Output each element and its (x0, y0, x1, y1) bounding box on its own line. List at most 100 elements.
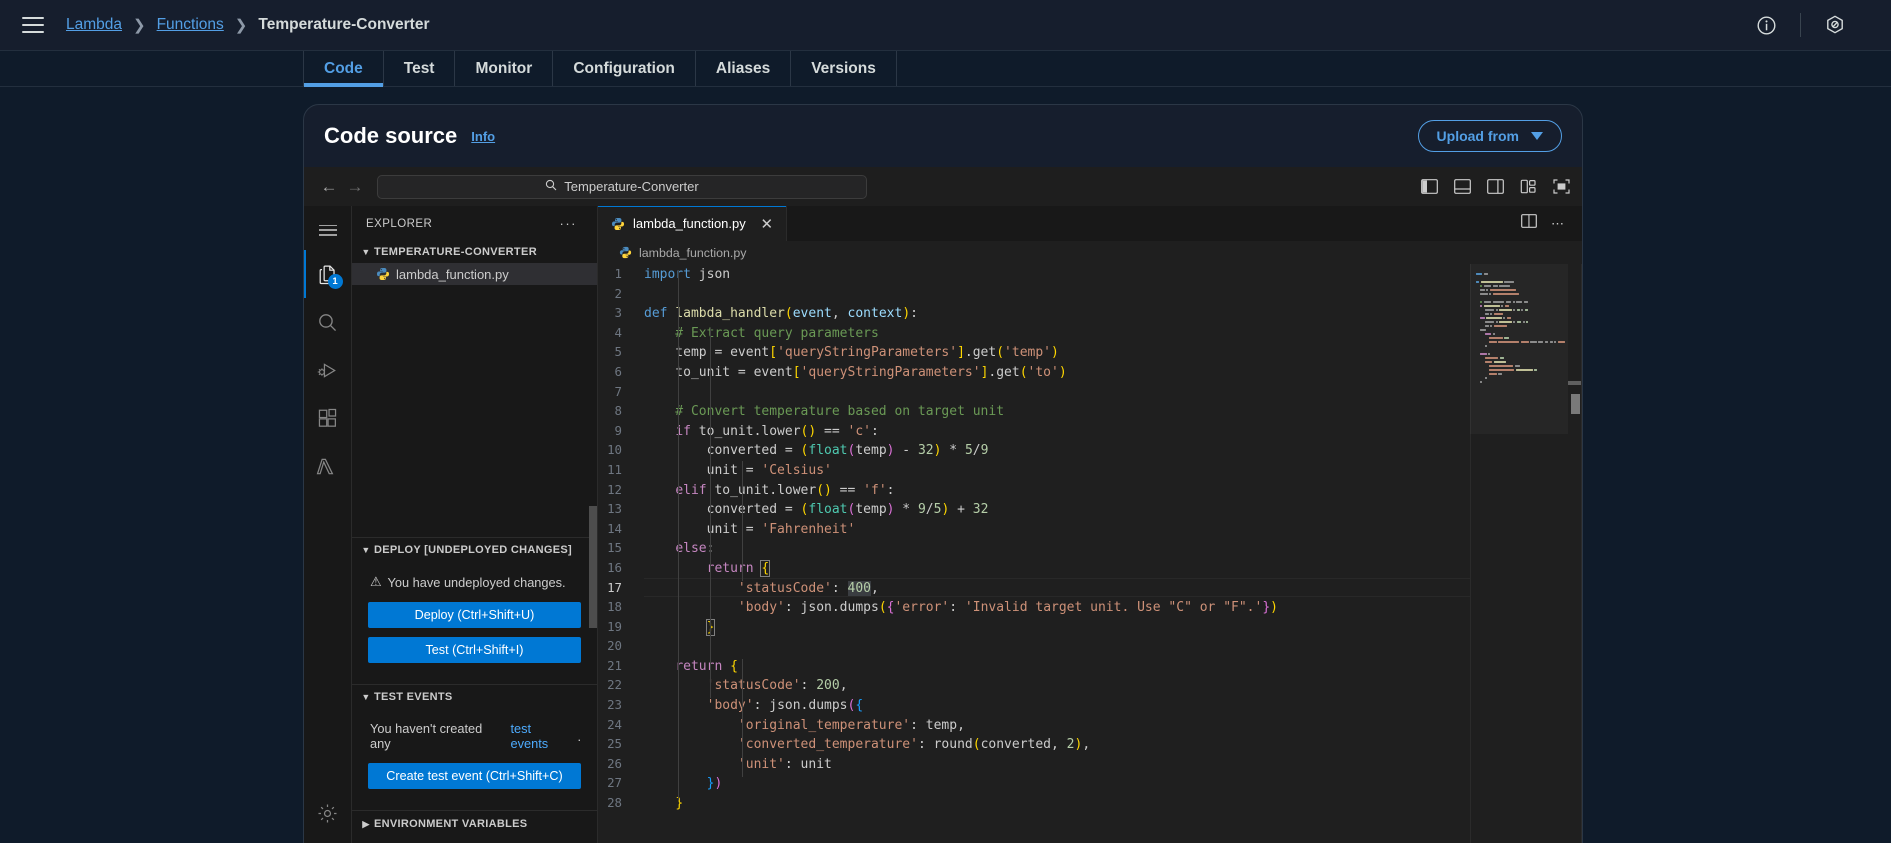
tab-versions[interactable]: Versions (791, 51, 897, 86)
hamburger-menu-icon[interactable] (22, 17, 44, 33)
explorer-header: EXPLORER ··· (352, 206, 597, 241)
tab-code-label: Code (324, 59, 363, 77)
breadcrumb-functions-link[interactable]: Functions (157, 16, 224, 34)
create-test-event-button[interactable]: Create test event (Ctrl+Shift+C) (368, 763, 581, 789)
deploy-section: ▼ DEPLOY [UNDEPLOYED CHANGES] ⚠ You have… (352, 537, 597, 684)
breadcrumb-lambda-link[interactable]: Lambda (66, 16, 122, 34)
ide-body: 1 EXPLORER ··· ▼ TEMPERATURE-CONVERTER l… (304, 206, 1582, 843)
code-line: 14 unit = 'Fahrenheit' (607, 520, 856, 537)
activity-bar: 1 (304, 206, 352, 843)
code-line: 24 'original_temperature': temp, (607, 716, 965, 733)
test-events-section-header[interactable]: ▼ TEST EVENTS (352, 685, 597, 709)
code-scroll-area[interactable]: 1 import json 2 3 def lambda_handler(event, … (598, 264, 1582, 843)
code-editor[interactable]: 1 import json 2 3 def lambda_handler(event, … (598, 264, 1582, 843)
code-line: 26 'unit': unit (607, 755, 832, 772)
minimap[interactable] (1470, 264, 1568, 843)
gear-icon[interactable] (304, 789, 352, 837)
code-content[interactable]: 1 import json 2 3 def lambda_handler(event, … (598, 264, 1582, 813)
deploy-section-title: DEPLOY [UNDEPLOYED CHANGES] (374, 544, 572, 556)
toggle-secondary-sidebar-icon[interactable] (1487, 179, 1504, 194)
minimap-content (1476, 272, 1566, 384)
toggle-panel-icon[interactable] (1454, 179, 1471, 194)
python-file-icon (611, 217, 625, 231)
code-line: 12 elif to_unit.lower() == 'f': (607, 481, 895, 498)
more-actions-icon[interactable]: ⋯ (1551, 216, 1566, 232)
explorer-title: EXPLORER (366, 217, 433, 230)
test-events-section-title: TEST EVENTS (374, 691, 453, 703)
sidebar-item-explorer[interactable]: 1 (304, 250, 352, 298)
explorer-badge: 1 (327, 274, 343, 289)
code-line: 15 else: (607, 540, 714, 557)
chevron-down-icon: ▼ (361, 545, 371, 555)
arrow-right-icon[interactable]: → (342, 174, 368, 200)
test-events-section: ▼ TEST EVENTS You haven't created any te… (352, 684, 597, 810)
chevron-down-icon (1531, 132, 1543, 140)
activity-hamburger-icon[interactable] (304, 210, 352, 250)
code-line: 22 'statusCode': 200, (607, 677, 848, 694)
tab-aliases[interactable]: Aliases (696, 51, 792, 86)
code-line: 1 import json (614, 266, 731, 282)
code-line: 27 }) (607, 775, 723, 792)
editor-scrollbar[interactable] (1568, 264, 1582, 843)
deploy-section-header[interactable]: ▼ DEPLOY [UNDEPLOYED CHANGES] (352, 538, 597, 562)
code-line: 25 'converted_temperature': round(conver… (607, 736, 1091, 753)
tab-code[interactable]: Code (303, 51, 384, 87)
toggle-primary-sidebar-icon[interactable] (1421, 179, 1438, 194)
page-title: Code source (324, 123, 458, 148)
code-line: 10 converted = (float(temp) - 32) * 5/9 (607, 442, 989, 459)
explorer-folder-row[interactable]: ▼ TEMPERATURE-CONVERTER (352, 241, 597, 263)
upload-from-label: Upload from (1436, 128, 1519, 144)
tab-monitor-label: Monitor (475, 59, 533, 77)
code-line: 9 if to_unit.lower() == 'c': (614, 422, 879, 439)
ide-toolbar: ← → Temperature-Converter (304, 167, 1582, 206)
indent-guide (710, 328, 711, 698)
info-circle-icon[interactable] (1754, 13, 1778, 37)
sidebar-item-search[interactable] (304, 298, 352, 346)
tab-monitor[interactable]: Monitor (455, 51, 554, 86)
explorer-more-actions-icon[interactable]: ··· (560, 216, 578, 231)
fullscreen-icon[interactable] (1553, 179, 1570, 194)
tab-configuration[interactable]: Configuration (553, 51, 696, 86)
code-line: 20 (607, 638, 622, 654)
editor-tab-label: lambda_function.py (633, 216, 746, 231)
code-line: 11 unit = 'Celsius' (607, 461, 832, 478)
upload-from-button[interactable]: Upload from (1417, 120, 1562, 152)
code-line: 23 'body': json.dumps({ (607, 697, 864, 714)
split-editor-icon[interactable] (1521, 214, 1537, 233)
explorer-file-label: lambda_function.py (396, 266, 509, 282)
code-line: 6 to_unit = event['queryStringParameters… (614, 363, 1067, 380)
sidebar-item-run-and-debug[interactable] (304, 346, 352, 394)
scrollbar-thumb[interactable] (1571, 394, 1580, 414)
test-button[interactable]: Test (Ctrl+Shift+I) (368, 637, 581, 663)
sidebar-item-extensions[interactable] (304, 394, 352, 442)
editor-tab-actions: ⋯ (1521, 206, 1582, 241)
info-link[interactable]: Info (471, 129, 495, 144)
editor-tab-lambda-function[interactable]: lambda_function.py ✕ (598, 206, 787, 241)
customize-layout-icon[interactable] (1520, 179, 1537, 194)
code-line: 28 } (607, 795, 684, 812)
code-line: 16 return { (607, 559, 771, 577)
breadcrumb-current: Temperature-Converter (258, 16, 430, 33)
sidebar-item-lambda[interactable] (304, 442, 352, 490)
topbar-actions (1732, 13, 1869, 37)
editor-right-border (1581, 264, 1582, 843)
code-line: 4 # Extract query parameters (614, 324, 879, 341)
breadcrumb: Lambda ❯ Functions ❯ Temperature-Convert… (66, 16, 430, 34)
test-events-link[interactable]: test events (510, 721, 571, 751)
editor-tab-strip: lambda_function.py ✕ ⋯ (598, 206, 1582, 241)
editor-breadcrumb[interactable]: lambda_function.py (598, 241, 1582, 264)
function-tabs: Code Test Monitor Configuration Aliases … (0, 51, 1891, 87)
test-events-message: You haven't created any test events. (370, 721, 581, 751)
environment-variables-header[interactable]: ▶ ENVIRONMENT VARIABLES (352, 811, 597, 837)
tab-aliases-label: Aliases (715, 59, 771, 77)
environment-variables-title: ENVIRONMENT VARIABLES (374, 818, 528, 830)
quick-search-input[interactable]: Temperature-Converter (377, 174, 867, 199)
close-icon[interactable]: ✕ (758, 215, 776, 233)
deploy-button[interactable]: Deploy (Ctrl+Shift+U) (368, 602, 581, 628)
tab-test[interactable]: Test (384, 51, 456, 86)
sidebar-scrollbar[interactable] (589, 506, 597, 628)
explorer-file-lambda-function[interactable]: lambda_function.py (352, 263, 597, 285)
arrow-left-icon[interactable]: ← (316, 174, 342, 200)
code-line: 7 (614, 383, 622, 399)
settings-hexagon-icon[interactable] (1823, 13, 1847, 37)
